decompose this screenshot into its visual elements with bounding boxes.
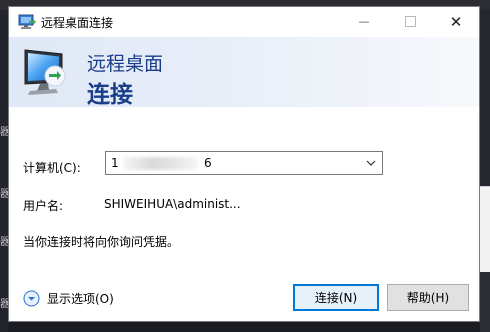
chevron-down-icon[interactable] (365, 156, 377, 170)
show-options-label[interactable]: 显示选项(O) (47, 290, 114, 307)
help-button[interactable]: 帮助(H) (387, 284, 469, 311)
background-glyph: 器 (0, 299, 10, 310)
title-bar[interactable]: 远程桌面连接 — ✕ (9, 7, 479, 36)
maximize-icon (404, 16, 416, 27)
background-panel-dark (480, 272, 490, 332)
show-options-toggle[interactable]: 显示选项(O) (23, 290, 114, 307)
maximize-button[interactable] (387, 7, 433, 36)
connect-button[interactable]: 连接(N) (293, 284, 379, 311)
remote-desktop-monitor-icon (24, 49, 66, 95)
minimize-icon: — (358, 15, 370, 28)
background-app-right-strip (480, 10, 490, 332)
background-glyph: 器 (0, 237, 10, 248)
computer-label: 计算机(C): (23, 161, 81, 175)
background-app-left-strip: 器 器 器 器 (0, 10, 10, 332)
redacted-address (124, 157, 198, 170)
close-button[interactable]: ✕ (433, 7, 479, 36)
expand-options-icon[interactable] (23, 290, 40, 307)
close-icon: ✕ (449, 12, 463, 31)
banner-title-line2: 连接 (87, 82, 133, 108)
remote-desktop-dialog: 远程桌面连接 — ✕ 远程桌面 连接 计算机(C): 1 6 用户名: SHIW… (8, 6, 480, 322)
computer-combobox[interactable]: 1 6 (105, 151, 383, 175)
user-value: SHIWEIHUA\administ... (104, 197, 241, 211)
minimize-button[interactable]: — (341, 7, 387, 36)
background-panel (480, 186, 490, 274)
computer-value-start: 1 (111, 156, 119, 170)
computer-value-end: 6 (204, 156, 212, 170)
credentials-info-text: 当你连接时将向你询问凭据。 (23, 235, 180, 249)
banner-title-line1: 远程桌面 (87, 53, 164, 75)
background-glyph: 器 (0, 127, 10, 138)
remote-desktop-app-icon (18, 14, 36, 29)
header-banner: 远程桌面 连接 (9, 37, 479, 108)
user-label: 用户名: (23, 199, 64, 213)
background-glyph: 器 (0, 189, 10, 200)
window-title: 远程桌面连接 (41, 16, 114, 30)
